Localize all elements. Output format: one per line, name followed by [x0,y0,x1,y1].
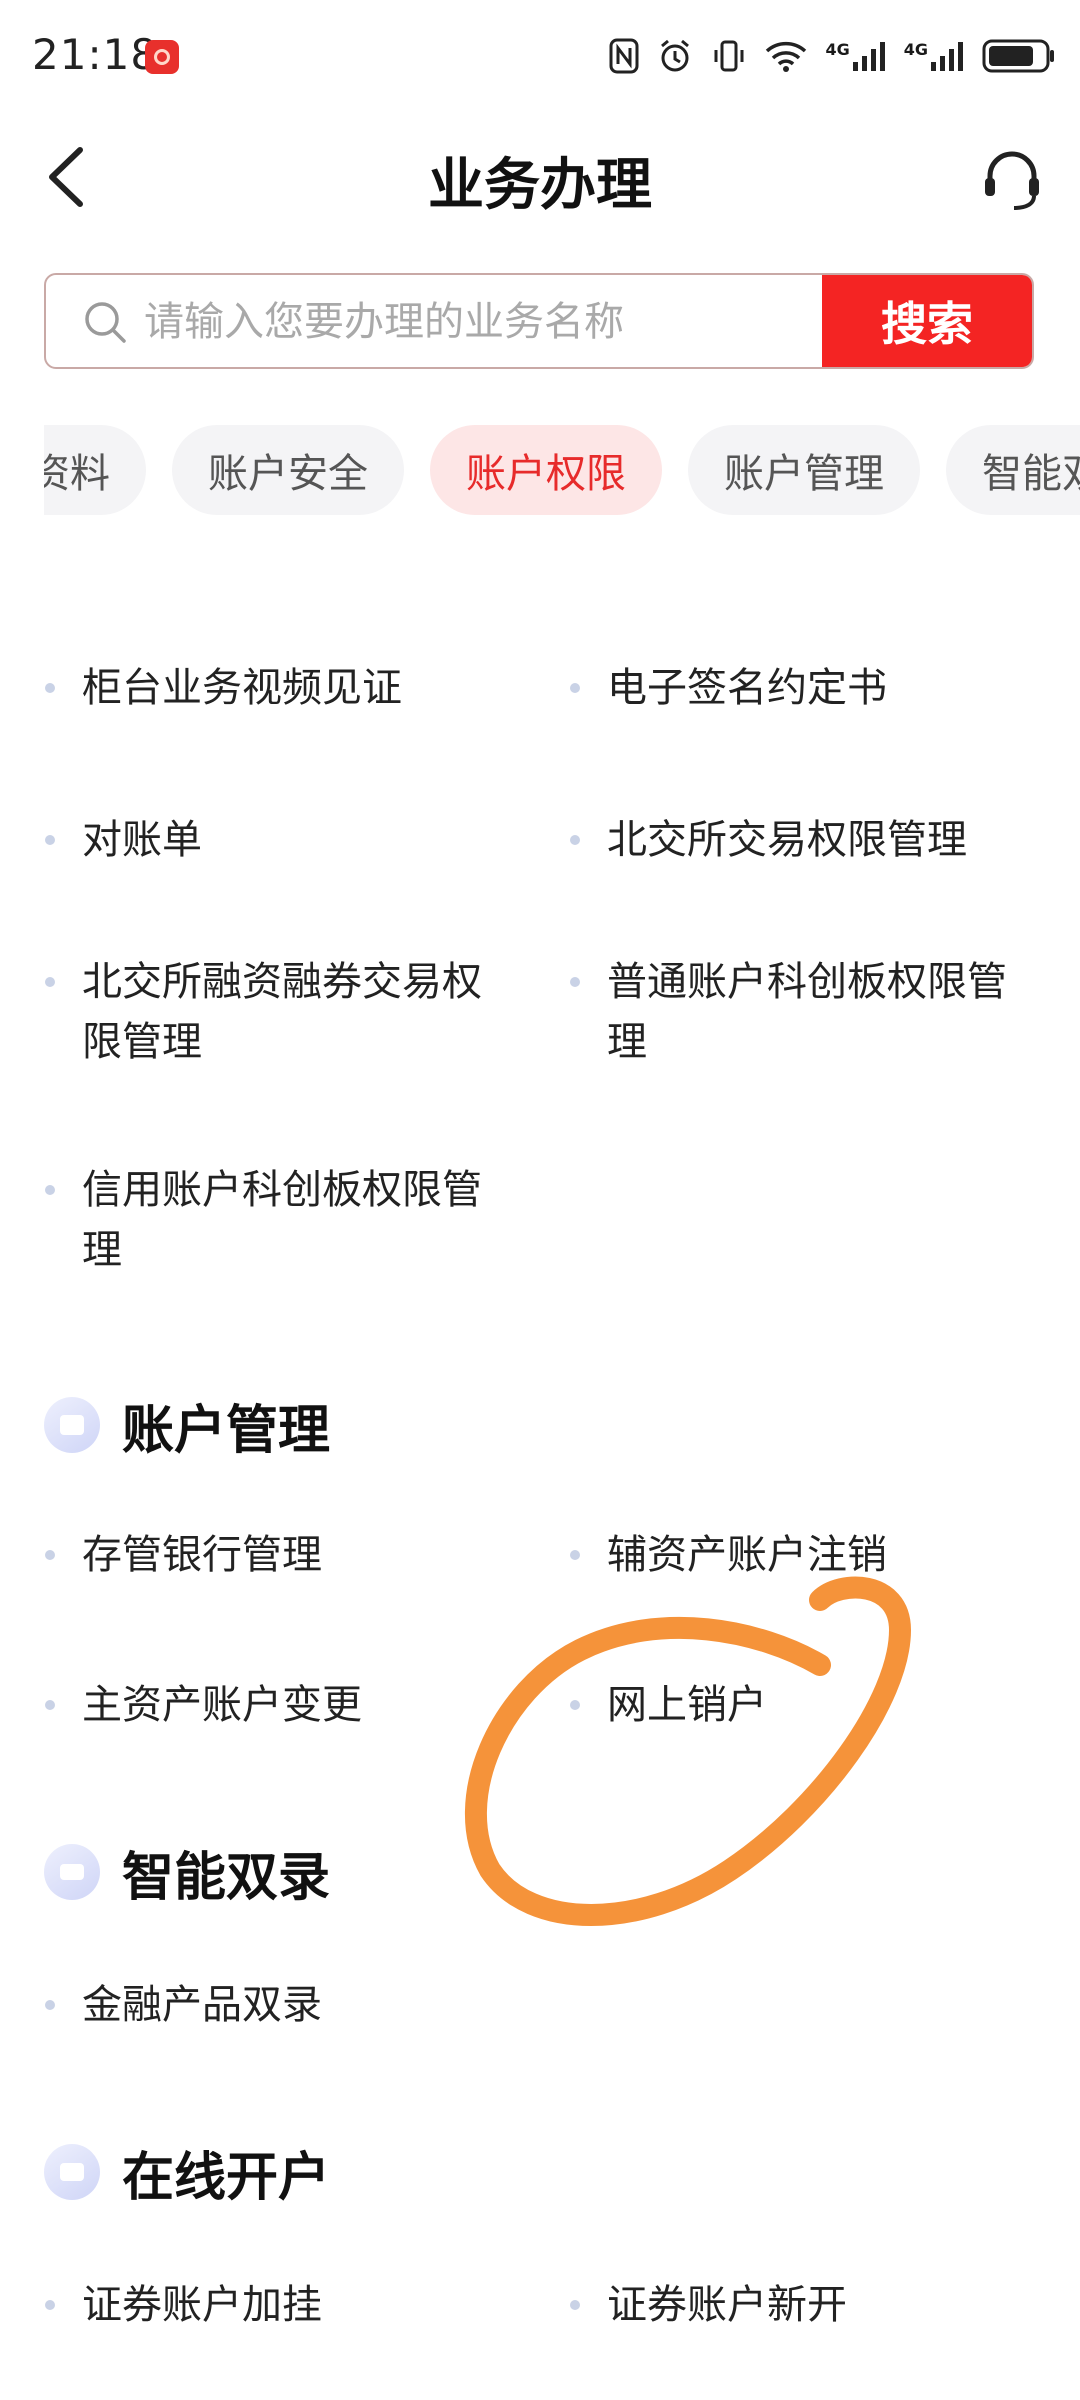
list-item-label: 北交所交易权限管理 [607,817,967,863]
vibrate-icon [714,40,744,72]
list-item-label: 普通账户科创板权限管理 [607,959,1007,1065]
category-tabs: 客户资料 账户安全 账户权限 账户管理 智能双录 [44,425,1080,519]
section-title: 账户管理 [122,1400,331,1461]
list-item-label: 北交所融资融券交易权限管理 [82,959,482,1065]
list-item-label: 柜台业务视频见证 [82,665,402,711]
list-item[interactable]: 主资产账户变更 [45,1675,522,1735]
list-item[interactable]: 柜台业务视频见证 [45,658,522,718]
list-item-online-close-account[interactable]: 网上销户 [570,1675,1047,1735]
search-bar: 搜索 [44,273,1034,369]
list-item[interactable]: 证券账户加挂 [45,2275,522,2335]
list-item-label: 辅资产账户注销 [607,1532,887,1578]
app-header: 业务办理 [0,110,1080,240]
list-item[interactable]: 存管银行管理 [45,1525,522,1585]
list-item[interactable]: 证券账户新开 [570,2275,1047,2335]
search-input[interactable] [142,275,846,367]
network-type-label: 4G [903,40,928,59]
tab-customer-info[interactable]: 客户资料 [44,425,146,515]
account-management-icon [44,1397,100,1453]
tab-smart-recording[interactable]: 智能双录 [946,425,1080,515]
list-item-label: 网上销户 [607,1682,767,1728]
network-type-label: 4G [825,40,850,59]
service-list: 柜台业务视频见证 电子签名约定书 对账单 北交所交易权限管理 北交所融资融券交易… [0,530,1080,2400]
tab-account-permissions[interactable]: 账户权限 [430,425,662,515]
online-account-icon [44,2144,100,2200]
search-icon [85,302,126,343]
battery-icon [982,39,1054,73]
app-notification-icon [145,40,179,74]
signal-bars-icon [852,42,885,71]
section-header-online-account: 在线开户 [44,2132,330,2212]
status-bar: 21:18 4G 4G [0,0,1080,110]
list-item[interactable]: 普通账户科创板权限管理 [570,952,1037,1072]
wifi-icon [766,41,807,72]
section-header-smart-recording: 智能双录 [44,1832,330,1912]
status-time: 21:18 [32,30,159,79]
alarm-icon [661,39,690,72]
list-item-label: 证券账户加挂 [82,2282,322,2328]
status-icons: 4G 4G [609,34,1056,78]
nfc-icon [609,38,639,74]
tab-account-security[interactable]: 账户安全 [172,425,404,515]
search-button[interactable]: 搜索 [822,275,1032,367]
customer-service-icon[interactable] [982,148,1042,212]
section-header-account-management: 账户管理 [44,1385,330,1465]
signal-2: 4G [904,40,964,72]
smart-recording-icon [44,1844,100,1900]
tab-account-management[interactable]: 账户管理 [688,425,920,515]
list-item-label: 信用账户科创板权限管理 [82,1167,482,1273]
list-item-label: 金融产品双录 [82,1982,322,2028]
list-item-label: 证券账户新开 [607,2282,847,2328]
list-item[interactable]: 辅资产账户注销 [570,1525,1047,1585]
signal-bars-icon [931,42,963,71]
list-item[interactable]: 北交所交易权限管理 [570,810,1047,870]
list-item[interactable]: 电子签名约定书 [570,658,1047,718]
list-item[interactable]: 北交所融资融券交易权限管理 [45,952,512,1072]
section-title: 在线开户 [122,2147,331,2208]
list-item-label: 主资产账户变更 [82,1682,362,1728]
list-item-label: 存管银行管理 [82,1532,322,1578]
list-item[interactable]: 对账单 [45,810,522,870]
list-item-label: 对账单 [82,817,202,863]
section-title: 智能双录 [122,1847,331,1908]
list-item-label: 电子签名约定书 [607,665,887,711]
page-title: 业务办理 [428,153,652,218]
signal-1: 4G [825,40,885,72]
list-item[interactable]: 信用账户科创板权限管理 [45,1160,512,1280]
list-item[interactable]: 金融产品双录 [45,1975,522,2035]
